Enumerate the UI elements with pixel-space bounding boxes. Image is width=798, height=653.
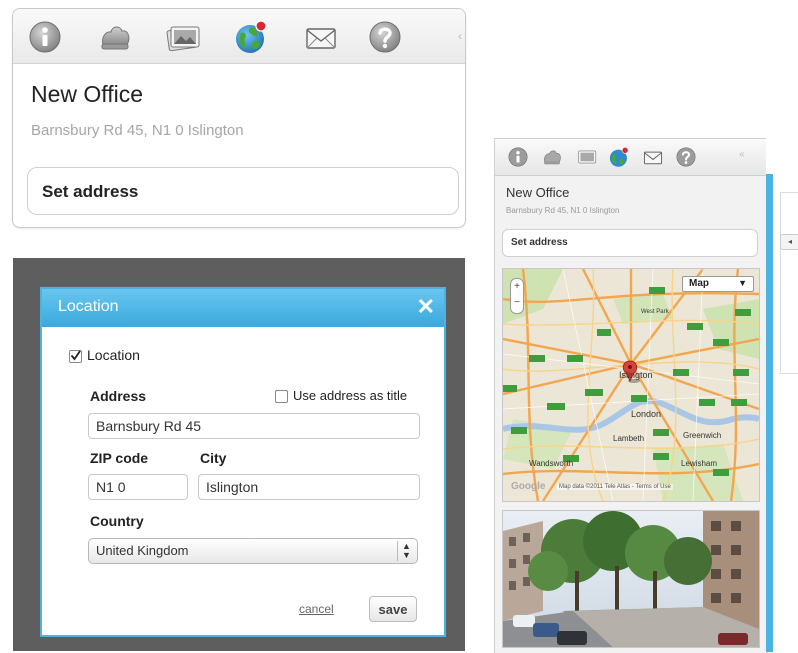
dialog-header: Location ✕ — [42, 289, 444, 327]
dialog-title: Location — [58, 298, 119, 315]
adjacent-panel-edge: ◂ — [766, 138, 798, 652]
address-input[interactable]: Barnsbury Rd 45 — [88, 413, 420, 439]
location-checkbox[interactable] — [69, 350, 82, 363]
info-icon[interactable] — [507, 146, 529, 168]
dropdown-arrow-icon: ▼ — [738, 278, 747, 288]
map-type-label: Map — [689, 278, 709, 289]
map-label: Greenwich — [683, 431, 722, 440]
map-label: London — [631, 409, 662, 419]
use-address-as-title-checkbox[interactable] — [275, 390, 288, 403]
adjacent-card — [780, 192, 798, 374]
adjacent-back-button[interactable]: ◂ — [780, 234, 798, 250]
map-label: Lambeth — [613, 434, 645, 443]
notification-dot — [255, 20, 267, 32]
office-title: New Office — [31, 81, 144, 107]
location-dialog: Location ✕ Location Address Use address … — [40, 287, 446, 637]
set-address-button[interactable]: Set address — [27, 167, 459, 215]
mail-icon[interactable] — [303, 19, 339, 55]
zip-code-label: ZIP code — [90, 450, 149, 466]
help-icon[interactable] — [675, 146, 697, 168]
panel-toolbar: « — [495, 139, 767, 176]
zip-code-input[interactable]: N1 0 — [88, 474, 188, 500]
office-address: Barnsbury Rd 45, N1 0 Islington — [31, 122, 244, 139]
map-zoom-control[interactable]: + − — [510, 278, 524, 314]
google-logo: Google — [511, 481, 546, 492]
globe-icon[interactable] — [608, 146, 630, 168]
accent-strip — [766, 174, 773, 652]
map-label: Wandsworth — [529, 459, 574, 468]
info-icon[interactable] — [27, 19, 63, 55]
save-button[interactable]: save — [369, 596, 417, 622]
zoom-in-button[interactable]: + — [511, 279, 523, 295]
close-icon[interactable]: ✕ — [417, 294, 435, 320]
cancel-link[interactable]: cancel — [299, 602, 334, 616]
street-view-photo — [502, 510, 760, 648]
zoom-out-button[interactable]: − — [511, 295, 523, 311]
collapse-arrow-icon[interactable]: « — [739, 149, 745, 160]
map-label: Islington — [619, 370, 653, 380]
map-label: West Park — [641, 309, 669, 315]
select-arrows-icon: ▲ ▼ — [397, 541, 415, 561]
city-label: City — [200, 450, 227, 466]
country-selected-value: United Kingdom — [96, 543, 189, 558]
cloud-icon[interactable] — [541, 146, 563, 168]
city-input[interactable]: Islington — [198, 474, 420, 500]
help-icon[interactable] — [367, 19, 403, 55]
map-label: Lewisham — [681, 459, 718, 468]
location-card-large: ‹ New Office Barnsbury Rd 45, N1 0 Islin… — [12, 8, 466, 228]
street-photo-image — [503, 511, 759, 647]
mail-icon[interactable] — [642, 146, 664, 168]
country-select[interactable]: United Kingdom ▲ ▼ — [88, 538, 418, 564]
location-map[interactable]: + − Map ▼ Islington London Lambeth Green… — [502, 268, 760, 502]
location-label: Location — [87, 347, 140, 363]
photo-icon[interactable] — [165, 19, 201, 55]
globe-icon[interactable] — [233, 19, 269, 55]
card-toolbar: ‹ — [13, 9, 465, 64]
location-panel-small: « New Office Barnsbury Rd 45, N1 0 Islin… — [494, 138, 768, 653]
country-label: Country — [90, 513, 144, 529]
collapse-arrow-icon[interactable]: ‹ — [458, 29, 462, 43]
use-address-as-title-label: Use address as title — [293, 388, 408, 403]
office-title: New Office — [506, 185, 570, 200]
map-attribution[interactable]: Map data ©2011 Tele Atlas - Terms of Use — [557, 484, 673, 490]
address-label: Address — [90, 388, 147, 404]
map-type-select[interactable]: Map ▼ — [682, 276, 754, 292]
cloud-icon[interactable] — [97, 19, 133, 55]
office-address: Barnsbury Rd 45, N1 0 Islington — [506, 206, 620, 215]
set-address-button[interactable]: Set address — [502, 229, 758, 257]
photo-icon[interactable] — [575, 146, 597, 168]
